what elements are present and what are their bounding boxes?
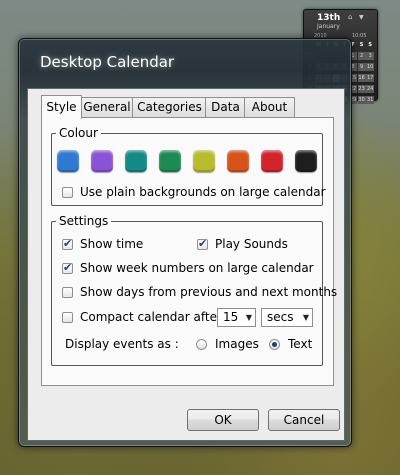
- colour-swatch-row: [57, 150, 319, 174]
- compact-unit-select[interactable]: secs ▼: [261, 308, 313, 327]
- show-adjacent-days-label: Show days from previous and next months: [80, 285, 338, 299]
- play-sounds-label: Play Sounds: [215, 237, 288, 251]
- gadget-day-cell[interactable]: 30: [357, 96, 366, 104]
- gadget-day-cell[interactable]: 10: [366, 63, 375, 71]
- gadget-day-cell[interactable]: 3: [366, 52, 375, 60]
- tab-data[interactable]: Data: [205, 97, 246, 117]
- display-events-label: Display events as :: [65, 337, 179, 351]
- ok-button[interactable]: OK: [187, 409, 259, 431]
- home-icon[interactable]: ⌂: [348, 14, 356, 21]
- gadget-day-cell[interactable]: 23: [357, 85, 366, 93]
- gadget-weekday-header: S: [359, 42, 364, 48]
- images-radio-label: Images: [215, 337, 259, 351]
- gadget-time: 10:05: [352, 33, 367, 39]
- colour-swatch-2[interactable]: [91, 150, 113, 172]
- colour-swatch-1[interactable]: [57, 150, 79, 172]
- text-radio-label: Text: [288, 337, 313, 351]
- show-time-checkbox[interactable]: [62, 237, 73, 250]
- compact-calendar-checkbox[interactable]: [62, 312, 73, 323]
- gadget-header: 13th January ⌂ ▼: [304, 10, 377, 32]
- tab-categories[interactable]: Categories: [132, 97, 207, 117]
- settings-legend: Settings: [59, 214, 109, 228]
- chevron-down-icon: ▼: [302, 313, 309, 322]
- compact-seconds-value: 15: [223, 310, 239, 324]
- play-sounds-checkbox[interactable]: [197, 237, 208, 250]
- gadget-day-cell[interactable]: 31: [366, 96, 375, 104]
- week-numbers-checkbox[interactable]: [62, 261, 73, 274]
- gadget-day-cell[interactable]: 24: [366, 85, 375, 93]
- colour-swatch-3[interactable]: [125, 150, 147, 172]
- settings-group: Settings Show time Play Sounds Show week…: [51, 214, 337, 366]
- cancel-button[interactable]: Cancel: [268, 409, 340, 431]
- colour-swatch-5[interactable]: [193, 150, 215, 172]
- colour-swatch-4[interactable]: [159, 150, 181, 172]
- gadget-weekday-header: S: [368, 42, 372, 48]
- compact-unit-value: secs: [267, 310, 294, 324]
- colour-swatch-7[interactable]: [261, 150, 283, 172]
- plain-backgrounds-checkbox[interactable]: [62, 187, 73, 198]
- colour-legend: Colour: [59, 126, 98, 140]
- tab-general[interactable]: General: [80, 97, 134, 117]
- compact-calendar-label: Compact calendar after :: [80, 310, 230, 324]
- desktop-calendar-dialog: Desktop Calendar Style General Categorie…: [18, 38, 352, 447]
- compact-seconds-select[interactable]: 15 ▼: [217, 308, 256, 327]
- show-time-label: Show time: [80, 237, 144, 251]
- gadget-day: 13th: [317, 13, 341, 23]
- week-numbers-label: Show week numbers on large calendar: [80, 261, 314, 275]
- text-radio[interactable]: [269, 339, 280, 350]
- colour-swatch-6[interactable]: [227, 150, 249, 172]
- gadget-day-cell[interactable]: 17: [366, 74, 375, 82]
- window-title: Desktop Calendar: [40, 53, 175, 71]
- plain-backgrounds-label: Use plain backgrounds on large calendar: [80, 185, 326, 199]
- tab-style[interactable]: Style: [41, 95, 82, 119]
- style-tab-panel: Colour Use plain backgrounds on large ca…: [41, 117, 337, 386]
- gadget-day-cell[interactable]: 9: [357, 63, 366, 71]
- dialog-client-area: Style General Categories Data About Colo…: [27, 88, 345, 441]
- colour-swatch-8[interactable]: [295, 150, 317, 172]
- chevron-down-icon[interactable]: ▼: [359, 14, 364, 21]
- images-radio[interactable]: [196, 339, 207, 350]
- gadget-month: January: [317, 23, 340, 30]
- gadget-day-cell[interactable]: 2: [357, 52, 366, 60]
- colour-group: Colour Use plain backgrounds on large ca…: [51, 126, 326, 206]
- gadget-day-cell[interactable]: 16: [357, 74, 366, 82]
- chevron-down-icon: ▼: [245, 313, 252, 322]
- tab-about[interactable]: About: [244, 97, 295, 117]
- show-adjacent-days-checkbox[interactable]: [62, 287, 73, 298]
